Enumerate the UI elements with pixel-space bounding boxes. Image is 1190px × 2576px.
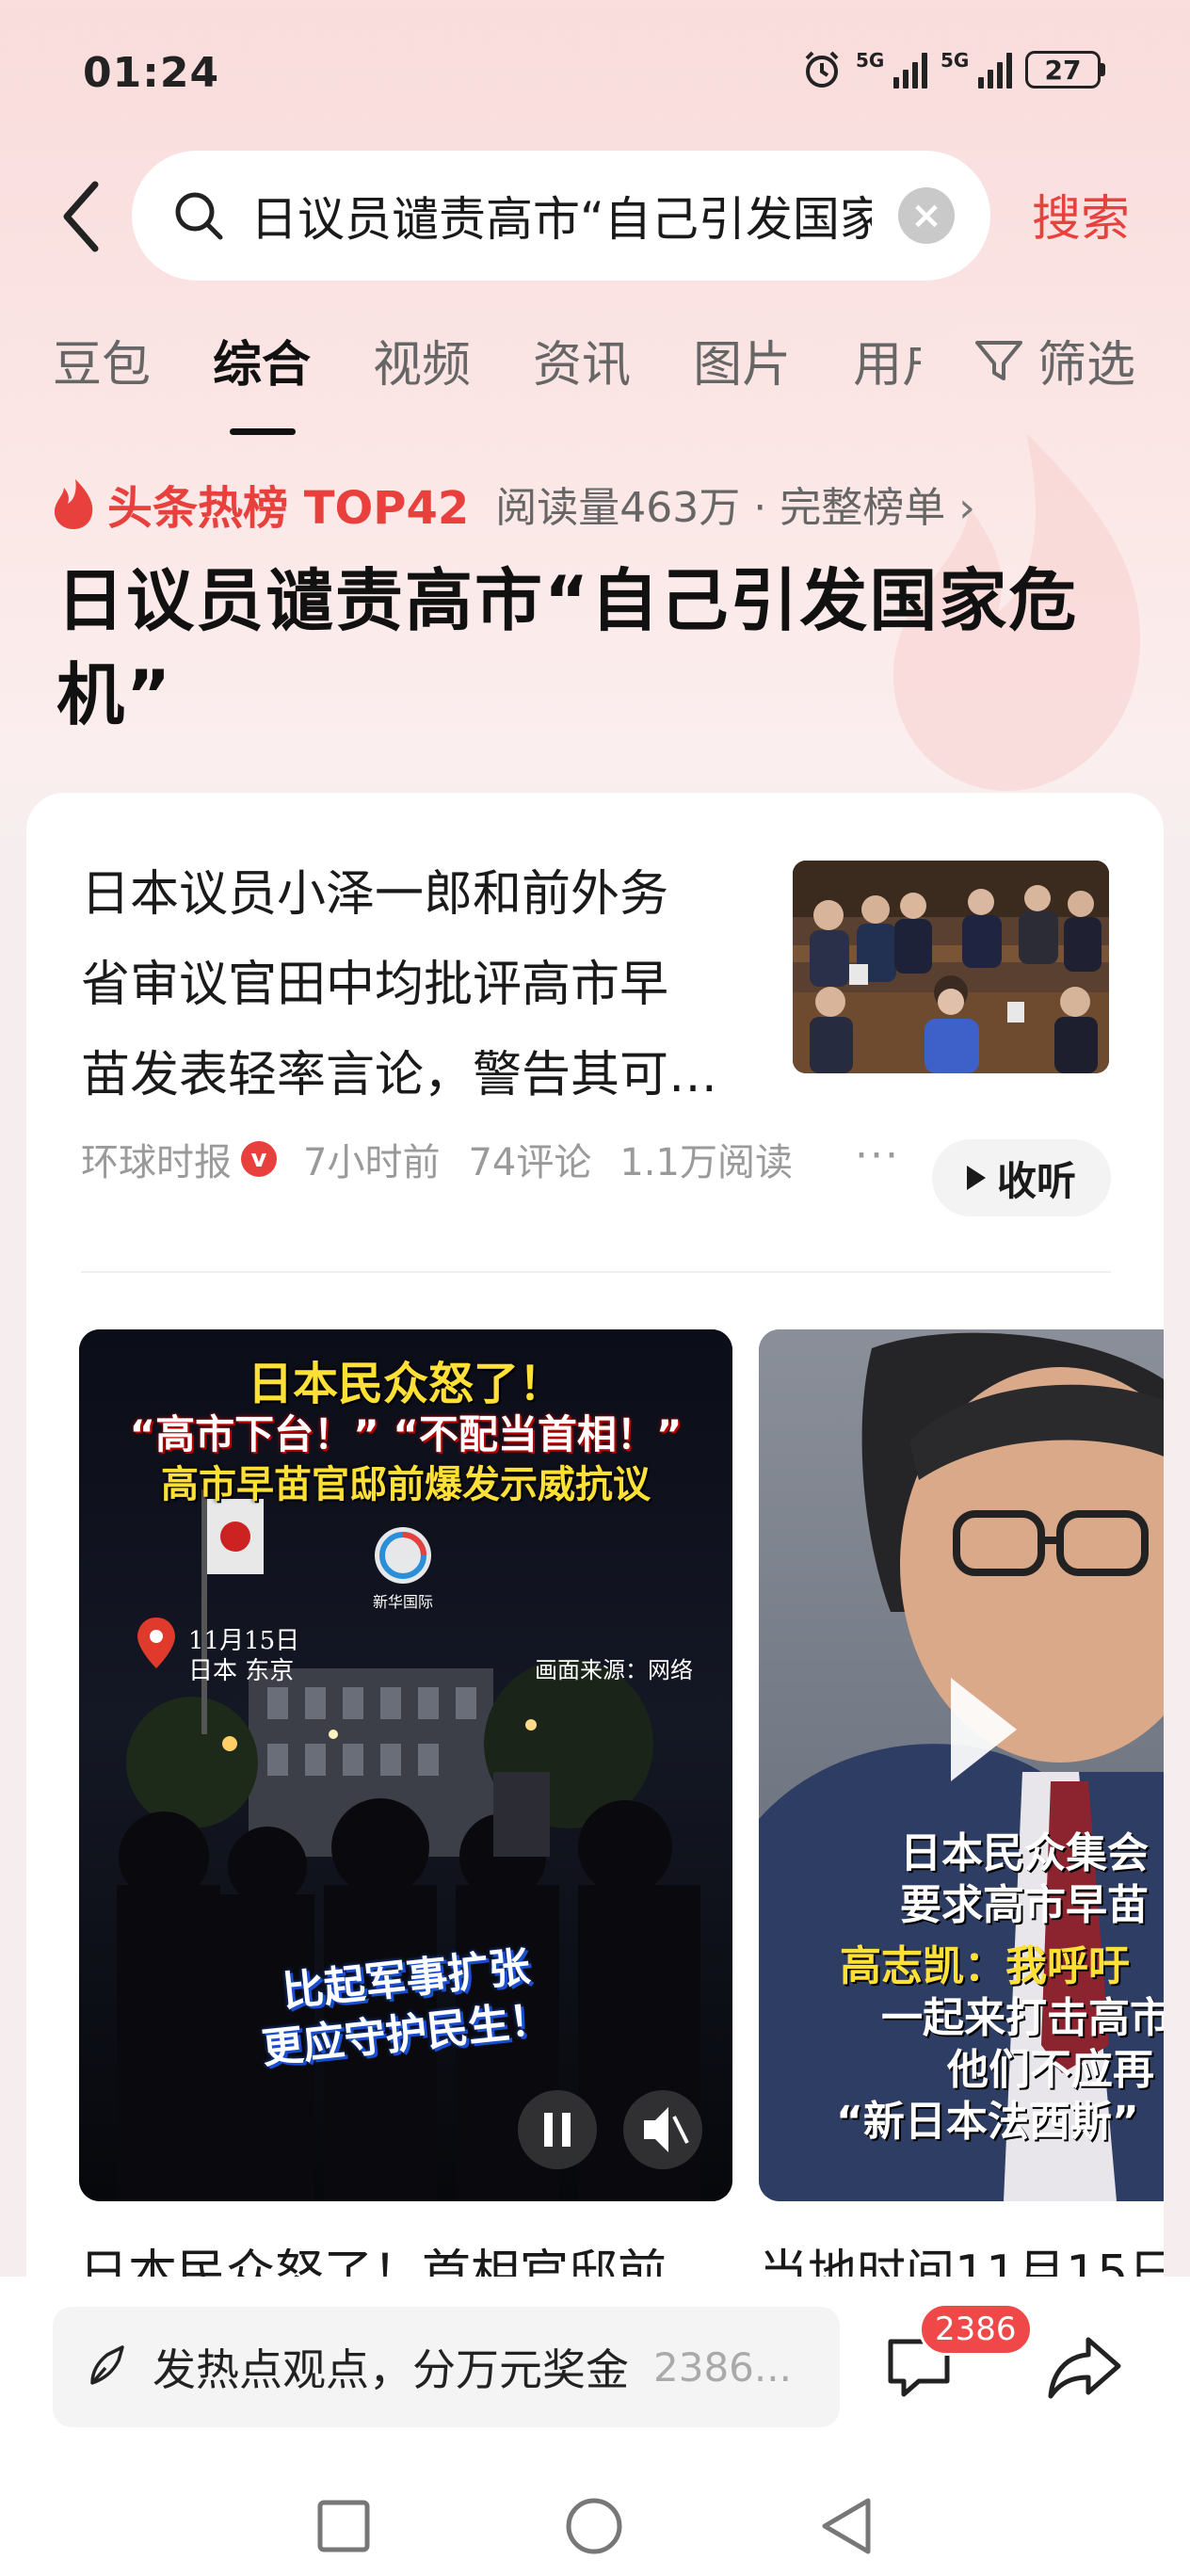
article-summary[interactable]: 日本议员小泽一郎和前外务 省审议官田中均批评高市早 苗发表轻率言论，警告其可… — [81, 849, 759, 1120]
battery-level: 27 — [1025, 51, 1101, 89]
back-nav-icon[interactable] — [813, 2493, 879, 2559]
tab-news[interactable]: 资讯 — [533, 325, 631, 395]
video-card-protest[interactable]: 日本民众怒了！ “高市下台！” “不配当首相！” 高市早苗官邸前爆发示威抗议 新… — [79, 1329, 732, 2201]
search-input[interactable]: 日议员谴责高市“自己引发国家危机” × — [132, 151, 990, 281]
recent-apps-icon[interactable] — [311, 2493, 377, 2559]
article-comments: 74评论 — [468, 1141, 592, 1184]
video-card-interview[interactable]: 日本民众集会 要求高市早苗 高志凯：我呼吁 一起来打击高市 他们不应再 “新日本… — [759, 1329, 1164, 2201]
comment-count-preview: 2386... — [653, 2343, 792, 2391]
chevron-right-icon: › — [958, 484, 975, 532]
play-icon — [966, 1166, 986, 1190]
search-button[interactable]: 搜索 — [1032, 179, 1130, 250]
divider — [81, 1271, 1111, 1273]
system-nav-bar — [0, 2493, 1190, 2568]
status-bar: 01:24 5G 5G 27 — [0, 0, 1190, 141]
tab-comprehensive[interactable]: 综合 — [213, 325, 311, 435]
alarm-icon — [805, 51, 839, 88]
back-button[interactable] — [53, 179, 109, 254]
tab-users[interactable]: 用户 — [853, 325, 921, 395]
more-options-button[interactable]: ··· — [855, 1132, 900, 1180]
filter-icon — [974, 340, 1022, 380]
article-time: 7小时前 — [303, 1141, 441, 1184]
tab-doubao[interactable]: 豆包 — [53, 325, 151, 395]
hot-list-row[interactable]: 头条热榜 TOP42 阅读量463万 · 完整榜单 › — [51, 471, 975, 537]
signal-icon-1: 5G — [856, 51, 927, 89]
signal-icon-2: 5G — [941, 51, 1012, 89]
clear-search-button[interactable]: × — [898, 187, 955, 244]
home-icon[interactable] — [561, 2493, 627, 2559]
bottom-bar: 发热点观点，分万元奖金 2386... 2386 — [0, 2277, 1190, 2576]
status-icons: 5G 5G 27 — [801, 49, 1105, 90]
search-query[interactable]: 日议员谴责高市“自己引发国家危机” — [250, 182, 872, 250]
pen-icon — [90, 2345, 124, 2385]
comment-placeholder: 发热点观点，分万元奖金 — [153, 2344, 629, 2395]
hot-headline[interactable]: 日议员谴责高市“自己引发国家危 机” — [56, 554, 1149, 742]
video1-logo: 新华国际 — [372, 1593, 433, 1611]
article-thumbnail[interactable] — [793, 861, 1109, 1073]
verified-badge-icon: v — [241, 1141, 277, 1177]
chevron-left-icon — [63, 181, 99, 252]
comment-input[interactable]: 发热点观点，分万元奖金 2386... — [53, 2307, 840, 2427]
status-time: 01:24 — [83, 49, 220, 97]
flame-icon — [54, 479, 93, 529]
comment-count-badge: 2386 — [919, 2303, 1033, 2356]
article-reads: 1.1万阅读 — [619, 1141, 793, 1184]
hot-meta: 阅读量463万 · 完整榜单 › — [495, 484, 975, 532]
article-meta: 环球时报 v 7小时前 74评论 1.1万阅读 — [81, 1132, 821, 1186]
video1-caption-2: “高市下台！” “不配当首相！” — [129, 1411, 683, 1457]
video1-caption-3: 高市早苗官邸前爆发示威抗议 — [161, 1463, 651, 1506]
tab-video[interactable]: 视频 — [373, 325, 471, 395]
filter-label: 筛选 — [1037, 337, 1135, 394]
filter-button[interactable]: 筛选 — [942, 325, 1135, 395]
search-icon — [175, 192, 223, 240]
share-icon[interactable] — [1045, 2328, 1124, 2407]
tab-images[interactable]: 图片 — [693, 325, 791, 395]
listen-button[interactable]: 收听 — [932, 1139, 1111, 1216]
battery-icon: 27 — [1025, 51, 1105, 89]
video2-caption-2: 要求高市早苗 — [900, 1881, 1149, 1929]
video1-source-note: 画面来源：网络 — [535, 1657, 693, 1683]
video1-place: 日本 东京 — [188, 1657, 295, 1685]
video2-caption-6: “新日本法西斯” — [836, 2098, 1139, 2146]
article-source[interactable]: 环球时报 — [81, 1132, 232, 1186]
hot-rank-label: 头条热榜 TOP42 — [107, 482, 470, 535]
